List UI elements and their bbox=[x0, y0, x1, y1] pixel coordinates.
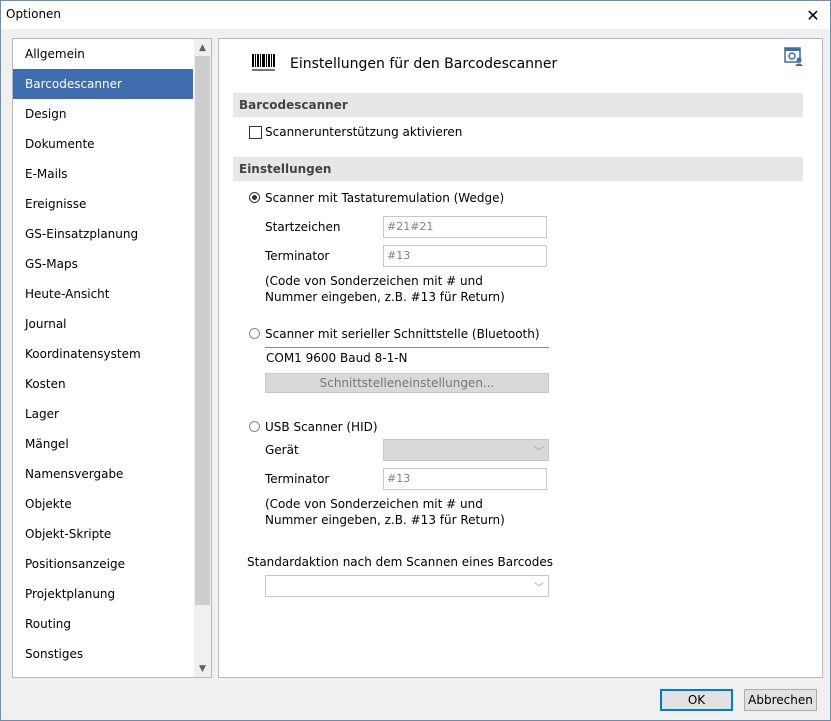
chevron-down-icon: ﹀ bbox=[534, 583, 544, 594]
section-barcodescanner: Barcodescanner bbox=[233, 93, 803, 117]
close-icon: ✕ bbox=[806, 5, 820, 25]
sidebar-item[interactable]: Objekte bbox=[13, 489, 193, 519]
sidebar-item[interactable]: Kosten bbox=[13, 369, 193, 399]
enable-scanner-label[interactable]: Scannerunterstützung aktivieren bbox=[265, 125, 462, 139]
start-char-input[interactable]: #21#21 bbox=[383, 216, 547, 238]
sidebar-item[interactable]: Allgemein bbox=[13, 39, 193, 69]
sidebar-item[interactable]: Design bbox=[13, 99, 193, 129]
sidebar-item[interactable]: Mängel bbox=[13, 429, 193, 459]
sidebar-item[interactable]: Objekt-Skripte bbox=[13, 519, 193, 549]
options-dialog: Optionen ✕ Allgemein Barcodescanner Design… bbox=[0, 0, 831, 721]
serial-label[interactable]: Scanner mit serieller Schnittstelle (Blu… bbox=[265, 327, 540, 341]
sidebar-item[interactable]: Lager bbox=[13, 399, 193, 429]
sidebar-item[interactable]: E-Mails bbox=[13, 159, 193, 189]
sidebar-item[interactable]: Namensvergabe bbox=[13, 459, 193, 489]
wedge-note: (Code von Sonderzeichen mit # und Nummer… bbox=[265, 274, 505, 304]
panel-title: Einstellungen für den Barcodescanner bbox=[290, 56, 558, 72]
default-action-label: Standardaktion nach dem Scannen eines Ba… bbox=[247, 555, 553, 569]
sidebar-item[interactable]: Dokumente bbox=[13, 129, 193, 159]
usb-terminator-input[interactable]: #13 bbox=[383, 468, 547, 490]
sidebar-list: Allgemein Barcodescanner Design Dokumente E-… bbox=[13, 39, 193, 669]
enable-scanner-checkbox[interactable] bbox=[249, 126, 262, 139]
sidebar-item[interactable]: Heute-Ansicht bbox=[13, 279, 193, 309]
cancel-button[interactable]: Abbrechen bbox=[744, 689, 817, 711]
sidebar-item[interactable]: Barcodescanner bbox=[13, 69, 193, 99]
scroll-up-arrow-icon[interactable]: ▲ bbox=[194, 39, 211, 56]
sidebar-item[interactable]: Koordinatensystem bbox=[13, 339, 193, 369]
sidebar-item[interactable]: Routing bbox=[13, 609, 193, 639]
barcode-icon bbox=[252, 54, 275, 71]
title-bar: Optionen ✕ bbox=[1, 1, 830, 29]
sidebar-item[interactable]: Sonstiges bbox=[13, 639, 193, 669]
chevron-down-icon: ﹀ bbox=[534, 447, 544, 458]
wedge-radio[interactable] bbox=[249, 192, 260, 203]
scrollbar-thumb[interactable] bbox=[195, 56, 210, 605]
default-action-select[interactable]: ﹀ bbox=[265, 575, 549, 597]
usb-label[interactable]: USB Scanner (HID) bbox=[265, 420, 378, 434]
usb-radio[interactable] bbox=[249, 421, 260, 432]
device-label: Gerät bbox=[265, 443, 299, 457]
close-button[interactable]: ✕ bbox=[796, 1, 830, 29]
start-char-label: Startzeichen bbox=[265, 220, 341, 234]
sidebar: Allgemein Barcodescanner Design Dokumente E-… bbox=[12, 38, 212, 678]
wedge-terminator-label: Terminator bbox=[265, 249, 330, 263]
sidebar-item[interactable]: Projektplanung bbox=[13, 579, 193, 609]
interface-settings-button[interactable]: Schnittstelleneinstellungen... bbox=[265, 373, 549, 393]
sidebar-item[interactable]: Journal bbox=[13, 309, 193, 339]
com-port-field[interactable]: COM1 9600 Baud 8-1-N bbox=[265, 347, 549, 367]
serial-radio[interactable] bbox=[249, 328, 260, 339]
scroll-down-arrow-icon[interactable]: ▼ bbox=[194, 660, 211, 677]
wedge-label[interactable]: Scanner mit Tastaturemulation (Wedge) bbox=[265, 191, 504, 205]
sidebar-item[interactable]: GS-Einsatzplanung bbox=[13, 219, 193, 249]
user-settings-icon[interactable] bbox=[784, 46, 804, 66]
sidebar-item[interactable]: Positionsanzeige bbox=[13, 549, 193, 579]
sidebar-item[interactable]: Ereignisse bbox=[13, 189, 193, 219]
sidebar-item[interactable]: GS-Maps bbox=[13, 249, 193, 279]
settings-panel: Einstellungen für den Barcodescanner Bar… bbox=[218, 38, 823, 678]
section-settings: Einstellungen bbox=[233, 157, 803, 181]
ok-button[interactable]: OK bbox=[660, 689, 733, 711]
wedge-terminator-input[interactable]: #13 bbox=[383, 245, 547, 267]
window-title: Optionen bbox=[6, 7, 62, 21]
sidebar-scrollbar[interactable]: ▲ ▼ bbox=[194, 39, 211, 677]
usb-note: (Code von Sonderzeichen mit # und Nummer… bbox=[265, 497, 505, 527]
usb-terminator-label: Terminator bbox=[265, 472, 330, 486]
device-select[interactable]: ﹀ bbox=[383, 439, 549, 461]
